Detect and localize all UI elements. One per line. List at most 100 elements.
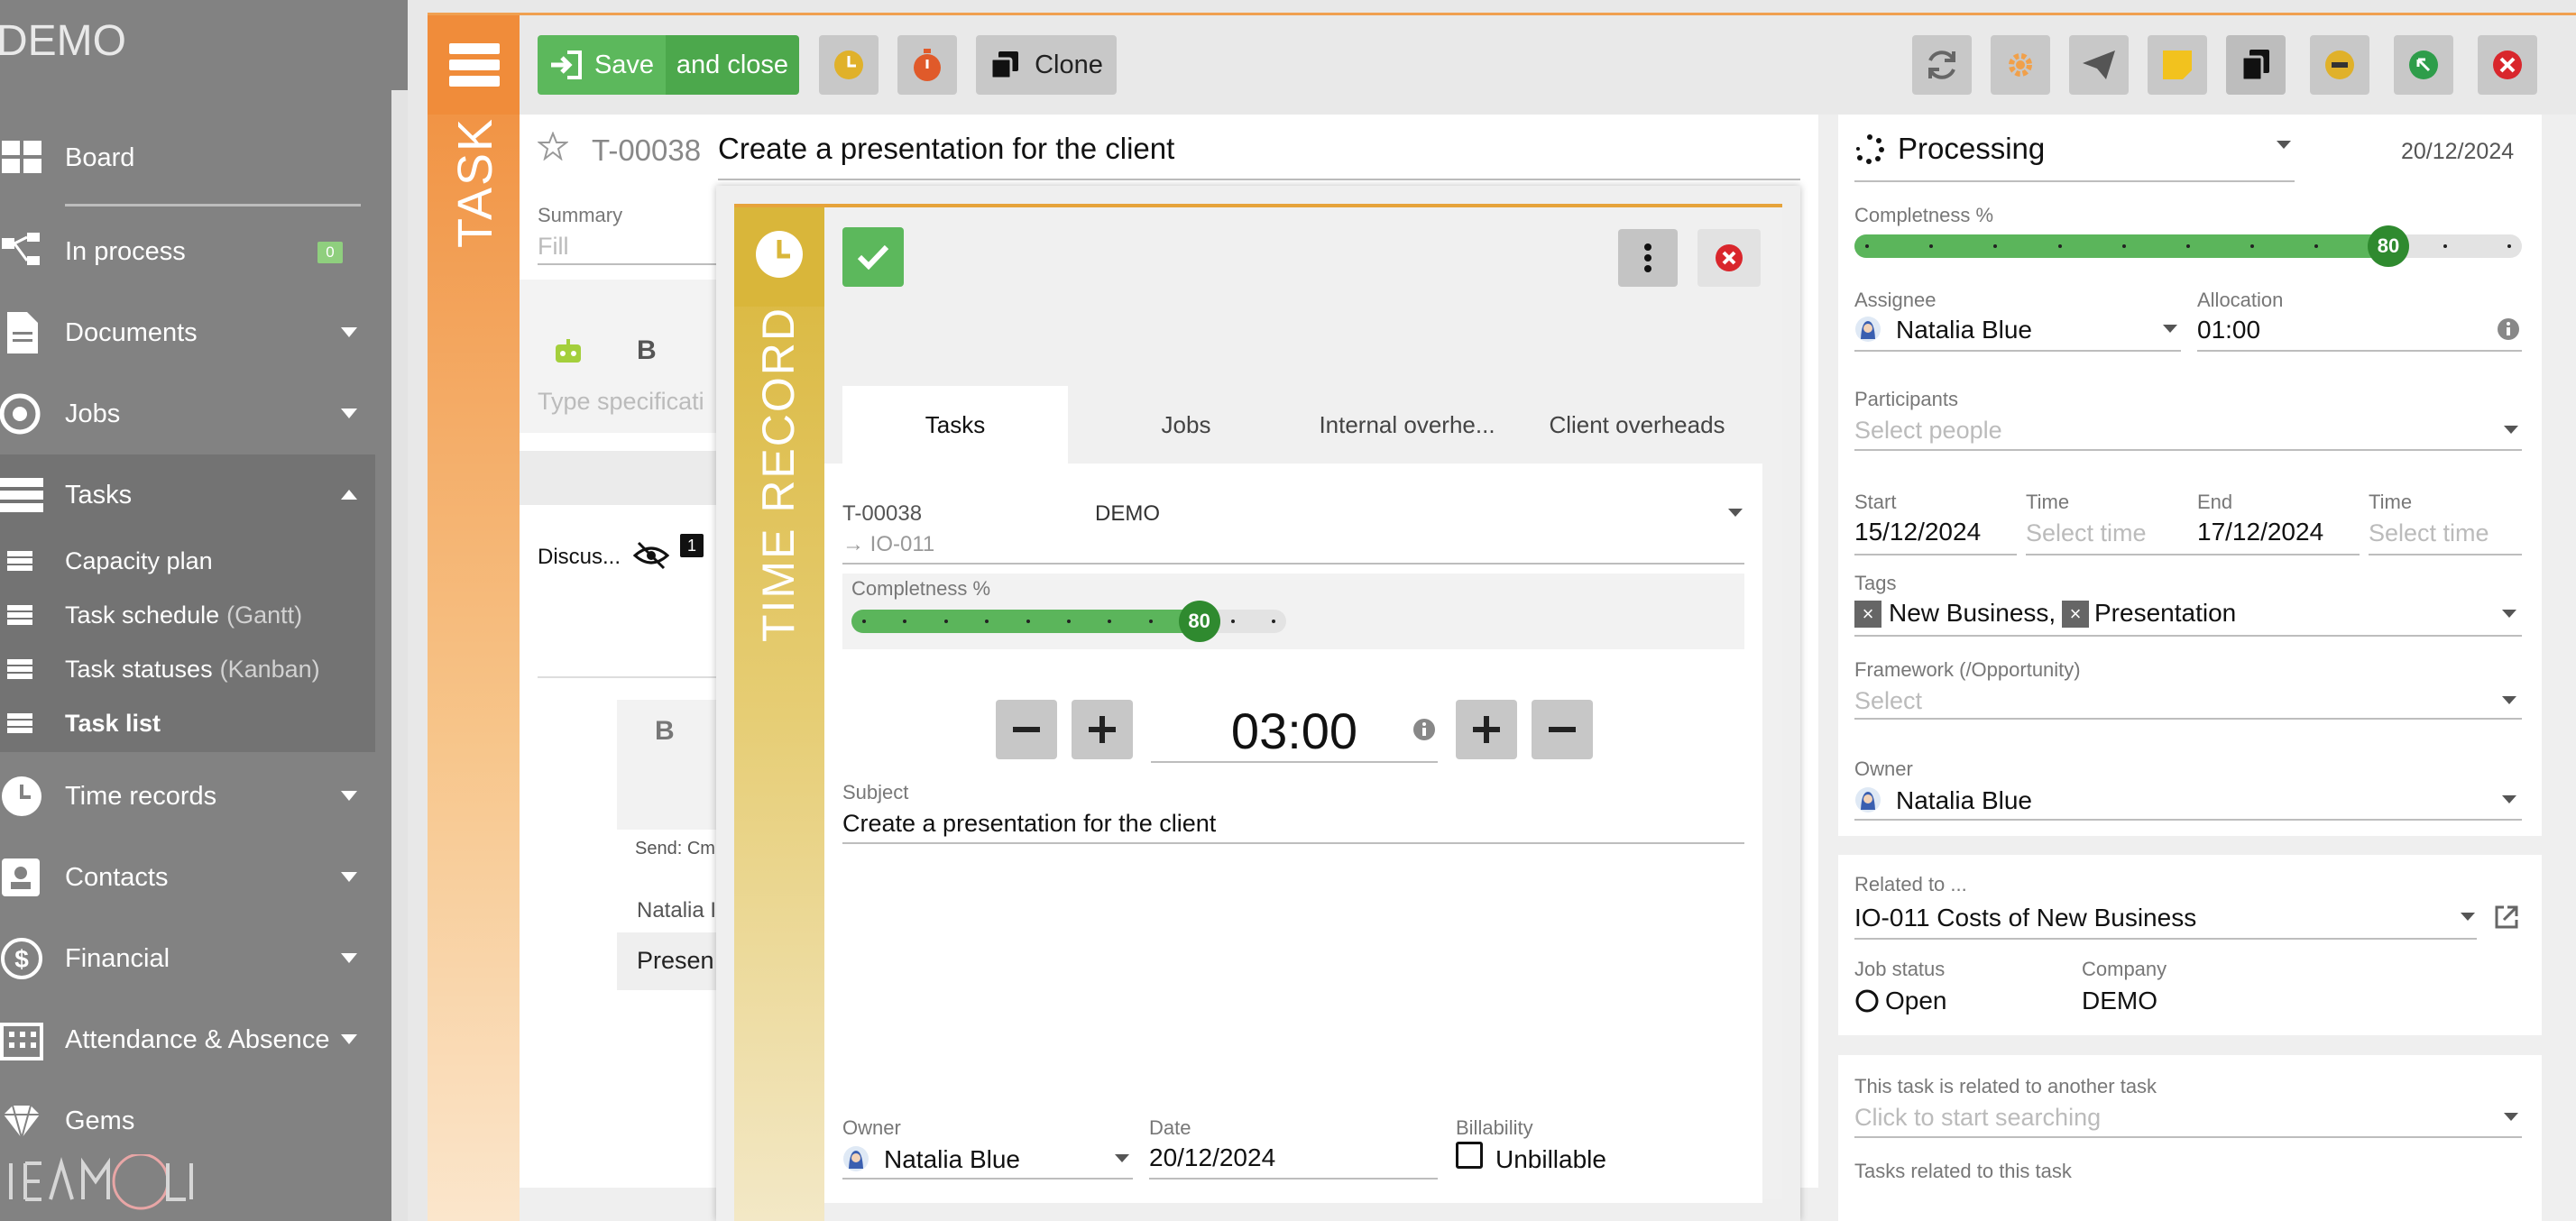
sidebar-item-board[interactable]: Board — [0, 117, 375, 198]
confirm-button[interactable] — [842, 227, 904, 287]
end-time-input[interactable]: Select time — [2369, 519, 2489, 547]
sidebar-item-label: Board — [65, 142, 135, 172]
record-date-input[interactable]: 20/12/2024 — [1149, 1143, 1275, 1172]
clock-icon — [2, 776, 41, 816]
summary-input[interactable]: Fill — [538, 233, 569, 261]
info-icon[interactable] — [2497, 317, 2520, 341]
external-link-icon[interactable] — [2493, 904, 2520, 931]
tab-jobs[interactable]: Jobs — [1073, 386, 1299, 464]
arrow-right-icon: → — [842, 532, 870, 556]
chevron-down-icon[interactable] — [2502, 610, 2516, 618]
save-close-button[interactable]: Save and close — [538, 35, 799, 95]
plus-icon — [1473, 716, 1500, 743]
status-select[interactable]: Processing — [1898, 132, 2045, 166]
framework-select[interactable]: Select — [1854, 687, 1922, 715]
record-completeness-slider-knob[interactable]: 80 — [1178, 601, 1220, 642]
more-options-button[interactable] — [1618, 229, 1678, 287]
remove-tag-icon[interactable]: × — [2062, 601, 2089, 628]
owner-select[interactable]: Natalia Blue — [1896, 786, 2032, 815]
allocation-input[interactable]: 01:00 — [2197, 316, 2260, 344]
chevron-down-icon[interactable] — [1115, 1154, 1129, 1162]
duration-input[interactable]: 03:00 — [1151, 702, 1438, 760]
remove-tag-icon[interactable]: × — [1854, 601, 1881, 628]
refresh-button[interactable] — [1912, 35, 1972, 95]
tasks-icon — [0, 478, 43, 512]
chevron-down-icon[interactable] — [1728, 509, 1743, 517]
chevron-down-icon[interactable] — [2502, 696, 2516, 704]
timer-button[interactable] — [897, 35, 957, 95]
sidebar-subitem-capacity-plan[interactable]: Capacity plan — [0, 534, 375, 588]
tab-client-overheads[interactable]: Client overheads — [1524, 386, 1750, 464]
sidebar-item-contacts[interactable]: Contacts — [0, 837, 375, 918]
decrease-minute-button[interactable] — [1532, 700, 1593, 759]
chevron-down-icon[interactable] — [2502, 795, 2516, 803]
save-button[interactable]: Save — [538, 35, 666, 95]
decrease-hour-button[interactable] — [996, 700, 1057, 759]
tab-internal-overheads[interactable]: Internal overhe... — [1299, 386, 1515, 464]
increase-hour-button[interactable] — [1072, 700, 1133, 759]
sidebar-subitem-task-statuses[interactable]: Task statuses (Kanban) — [0, 642, 375, 696]
send-label: Send: Cm — [635, 839, 715, 858]
board-icon — [2, 141, 41, 173]
sidebar-item-gems[interactable]: Gems — [0, 1080, 375, 1161]
chevron-down-icon[interactable] — [2461, 913, 2475, 921]
gem-icon — [4, 1105, 40, 1142]
slider-tick — [2186, 244, 2190, 248]
info-icon[interactable] — [1412, 718, 1436, 741]
bold-button[interactable]: B — [637, 335, 657, 366]
sidebar-item-tasks[interactable]: Tasks — [0, 454, 375, 536]
sidebar-subitem-label: Task schedule — [65, 601, 220, 629]
sidebar-item-label: In process — [65, 236, 186, 266]
assignee-select[interactable]: Natalia Blue — [1896, 316, 2032, 344]
time-record-button[interactable] — [819, 35, 879, 95]
chevron-down-icon — [341, 953, 357, 963]
subject-input[interactable]: Create a presentation for the client — [842, 810, 1216, 838]
sidebar-subitem-task-list[interactable]: Task list — [0, 696, 375, 750]
related-task-search[interactable]: Click to start searching — [1854, 1104, 2101, 1132]
participants-select[interactable]: Select people — [1854, 417, 2002, 445]
task-title[interactable]: Create a presentation for the client — [718, 132, 1174, 166]
sidebar-item-attendance[interactable]: Attendance & Absence — [0, 999, 375, 1080]
expand-button[interactable] — [2394, 35, 2453, 95]
save-and-close-label[interactable]: and close — [666, 35, 799, 95]
close-button[interactable] — [2478, 35, 2537, 95]
robot-icon[interactable] — [552, 337, 584, 366]
contact-card-icon — [2, 858, 40, 896]
star-icon[interactable] — [538, 132, 568, 161]
send-button[interactable] — [2069, 35, 2129, 95]
completeness-slider-knob[interactable]: 80 — [2368, 225, 2409, 267]
settings-button[interactable] — [1991, 35, 2050, 95]
start-date-input[interactable]: 15/12/2024 — [1854, 518, 1981, 546]
task-stack-icon — [449, 43, 500, 87]
clone-button[interactable]: Clone — [976, 35, 1117, 95]
eye-slash-icon[interactable] — [633, 541, 669, 570]
building-icon — [0, 1023, 43, 1060]
specification-input[interactable]: Type specificati — [538, 388, 704, 416]
sidebar-item-documents[interactable]: Documents — [0, 292, 375, 373]
increase-minute-button[interactable] — [1456, 700, 1517, 759]
note-button[interactable] — [2148, 35, 2207, 95]
sidebar-item-financial[interactable]: $ Financial — [0, 918, 375, 999]
sidebar-subitem-task-schedule[interactable]: Task schedule (Gantt) — [0, 588, 375, 642]
discussion-tab[interactable]: Discus... — [538, 545, 621, 570]
record-job-ref: IO-011 — [869, 532, 935, 556]
copy-button[interactable] — [2226, 35, 2286, 95]
chevron-down-icon[interactable] — [2277, 141, 2291, 149]
chevron-down-icon[interactable] — [2163, 325, 2177, 333]
dialog-close-button[interactable] — [1697, 229, 1761, 287]
sidebar-item-jobs[interactable]: Jobs — [0, 373, 375, 454]
comment-bold-button[interactable]: B — [655, 716, 675, 747]
start-time-underline — [2026, 554, 2199, 555]
brand-logo-text: DEMO — [0, 17, 126, 65]
start-time-input[interactable]: Select time — [2026, 519, 2147, 547]
minimize-button[interactable] — [2310, 35, 2369, 95]
sidebar-item-time-records[interactable]: Time records — [0, 756, 375, 837]
chevron-down-icon[interactable] — [2504, 1113, 2518, 1121]
tab-tasks[interactable]: Tasks — [842, 386, 1068, 464]
end-date-input[interactable]: 17/12/2024 — [2197, 518, 2323, 546]
chevron-down-icon[interactable] — [2504, 426, 2518, 434]
related-select[interactable]: IO-011 Costs of New Business — [1854, 904, 2196, 932]
record-owner-select[interactable]: Natalia Blue — [884, 1145, 1020, 1174]
summary-label: Summary — [538, 204, 623, 226]
billability-checkbox[interactable] — [1456, 1142, 1483, 1169]
